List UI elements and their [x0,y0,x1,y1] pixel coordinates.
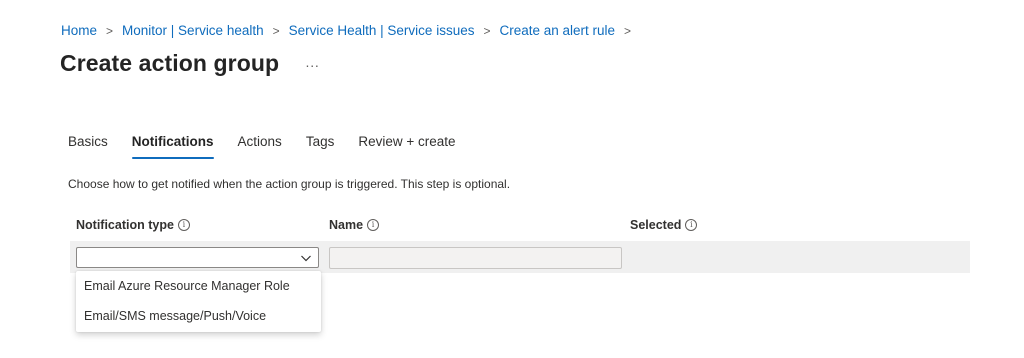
breadcrumb-monitor-service-health[interactable]: Monitor | Service health [122,23,264,38]
tab-basics[interactable]: Basics [68,134,108,159]
chevron-down-icon [301,255,311,262]
breadcrumb-separator: > [483,23,491,38]
tab-review-create[interactable]: Review + create [358,134,455,159]
column-header-label: Selected [630,218,682,232]
tab-bar: Basics Notifications Actions Tags Review… [68,134,480,159]
tab-tags[interactable]: Tags [306,134,335,159]
option-email-arm-role[interactable]: Email Azure Resource Manager Role [76,271,321,301]
breadcrumb-service-issues[interactable]: Service Health | Service issues [289,23,475,38]
column-header-selected: Selected i [630,218,698,232]
breadcrumb-separator: > [624,23,632,38]
info-icon[interactable]: i [685,219,698,231]
column-header-label: Notification type [76,218,174,232]
breadcrumb-separator: > [106,23,114,38]
notification-type-dropdown: Email Azure Resource Manager Role Email/… [76,271,321,332]
breadcrumb-home[interactable]: Home [61,23,97,38]
tab-notifications[interactable]: Notifications [131,134,214,159]
name-input[interactable] [329,247,622,269]
breadcrumb: Home > Monitor | Service health > Servic… [61,23,640,38]
column-header-notification-type: Notification type i [76,218,190,232]
option-email-sms-push-voice[interactable]: Email/SMS message/Push/Voice [76,301,321,331]
tab-actions[interactable]: Actions [238,134,282,159]
column-header-label: Name [329,218,364,232]
page-title: Create action group [60,50,280,76]
notification-type-select[interactable] [76,247,319,268]
step-description: Choose how to get notified when the acti… [68,177,511,191]
info-icon[interactable]: i [367,219,380,231]
column-header-name: Name i [329,218,380,232]
breadcrumb-create-alert-rule[interactable]: Create an alert rule [499,23,615,38]
title-row: Create action group ··· [60,50,319,77]
breadcrumb-separator: > [272,23,280,38]
info-icon[interactable]: i [177,219,190,231]
more-options-button[interactable]: ··· [305,57,319,73]
